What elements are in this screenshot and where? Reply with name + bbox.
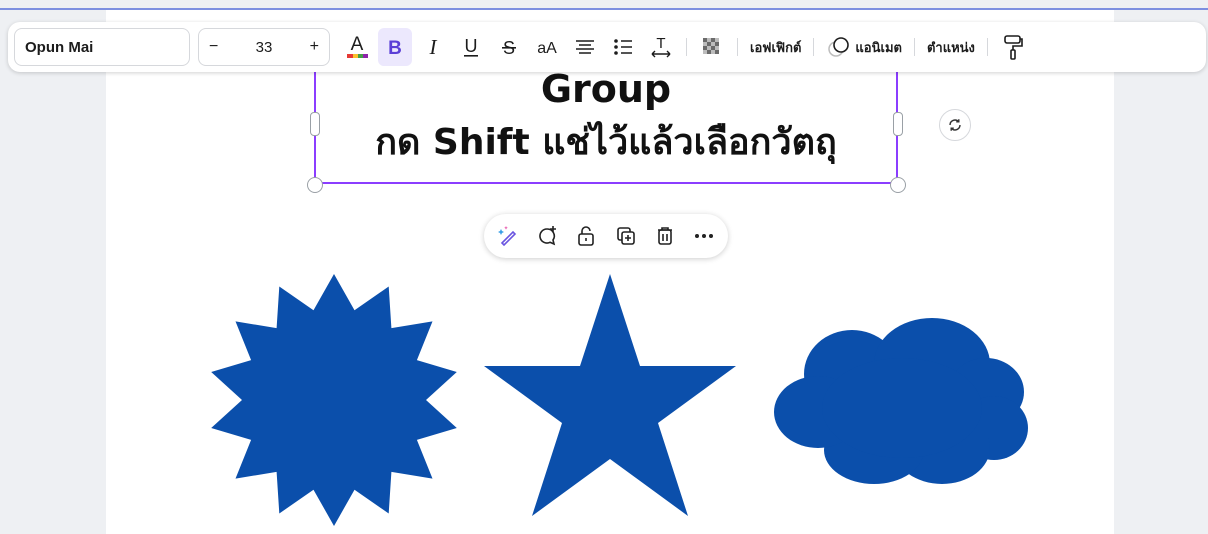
starburst-shape[interactable] xyxy=(206,272,462,528)
letter-case-button[interactable]: aA xyxy=(530,28,564,66)
svg-text:A: A xyxy=(351,34,364,55)
strikethrough-icon: S xyxy=(502,38,516,58)
toolbar-divider xyxy=(986,38,988,56)
resize-handle-bottom-right[interactable] xyxy=(890,177,906,193)
animate-label: แอนิเมต xyxy=(855,40,902,56)
toolbar-divider xyxy=(686,38,687,56)
transparency-button[interactable] xyxy=(695,28,729,66)
font-size-stepper[interactable]: − 33 + xyxy=(198,28,330,66)
copy-style-button[interactable] xyxy=(996,28,1030,66)
toolbar-divider xyxy=(913,38,915,56)
font-family-dropdown[interactable]: Opun Mai xyxy=(14,28,190,66)
star-shape[interactable] xyxy=(482,274,738,518)
svg-text:B: B xyxy=(388,38,402,58)
svg-text:aA: aA xyxy=(537,40,557,57)
text-color-icon: A xyxy=(347,34,368,58)
text-color-button[interactable]: A xyxy=(340,28,374,66)
resize-handle-right[interactable] xyxy=(893,112,903,136)
bold-icon: B xyxy=(388,38,402,58)
strikethrough-button[interactable]: S xyxy=(492,28,526,66)
selection-box xyxy=(314,60,898,184)
bullet-list-icon xyxy=(614,39,632,55)
toolbar-divider xyxy=(813,38,815,56)
italic-icon: I xyxy=(429,36,438,58)
magic-edit-icon xyxy=(498,226,517,247)
font-size-value[interactable]: 33 xyxy=(256,39,273,56)
cloud-shape[interactable] xyxy=(774,316,1032,486)
toolbar-divider xyxy=(737,38,738,56)
transparency-icon xyxy=(703,38,719,54)
more-button[interactable] xyxy=(689,221,719,251)
effects-label: เอฟเฟิกต์ xyxy=(750,40,802,56)
underline-icon: U xyxy=(464,36,478,57)
resize-handle-bottom-left[interactable] xyxy=(307,177,323,193)
font-size-decrease-button[interactable]: − xyxy=(209,38,218,56)
bold-button[interactable]: B xyxy=(378,28,412,66)
spacing-button[interactable]: T xyxy=(644,28,678,66)
svg-text:I: I xyxy=(429,36,438,58)
delete-button[interactable] xyxy=(650,221,680,251)
add-comment-icon xyxy=(539,226,557,246)
more-icon xyxy=(694,234,713,238)
align-button[interactable] xyxy=(568,28,602,66)
list-button[interactable] xyxy=(606,28,640,66)
underline-button[interactable]: U xyxy=(454,28,488,66)
element-quick-actions xyxy=(484,214,728,258)
duplicate-button[interactable] xyxy=(611,221,641,251)
position-label: ตำแหน่ง xyxy=(926,40,975,56)
animate-icon xyxy=(828,37,850,57)
effects-button[interactable]: เอฟเฟิกต์ xyxy=(746,28,805,66)
animate-button[interactable]: แอนิเมต xyxy=(822,28,906,66)
text-spacing-icon: T xyxy=(651,35,671,58)
text-toolbar: Opun Mai − 33 + A B I U S aA T เอฟเฟิกต์… xyxy=(8,22,1206,72)
lock-icon xyxy=(578,226,595,246)
add-comment-button[interactable] xyxy=(532,221,562,251)
svg-text:T: T xyxy=(656,35,665,52)
font-family-value: Opun Mai xyxy=(25,38,94,56)
magic-edit-button[interactable] xyxy=(493,221,523,251)
top-border xyxy=(0,0,1208,10)
font-size-increase-button[interactable]: + xyxy=(310,38,319,56)
align-center-icon xyxy=(576,40,594,54)
rotate-icon xyxy=(949,119,961,131)
svg-text:U: U xyxy=(465,36,478,56)
resize-handle-left[interactable] xyxy=(310,112,320,136)
italic-button[interactable]: I xyxy=(416,28,450,66)
letter-case-icon: aA xyxy=(537,40,557,57)
duplicate-icon xyxy=(616,227,635,245)
position-button[interactable]: ตำแหน่ง xyxy=(923,28,979,66)
paint-roller-icon xyxy=(1004,35,1023,60)
trash-icon xyxy=(657,227,672,245)
rotate-button[interactable] xyxy=(939,109,971,141)
lock-button[interactable] xyxy=(571,221,601,251)
